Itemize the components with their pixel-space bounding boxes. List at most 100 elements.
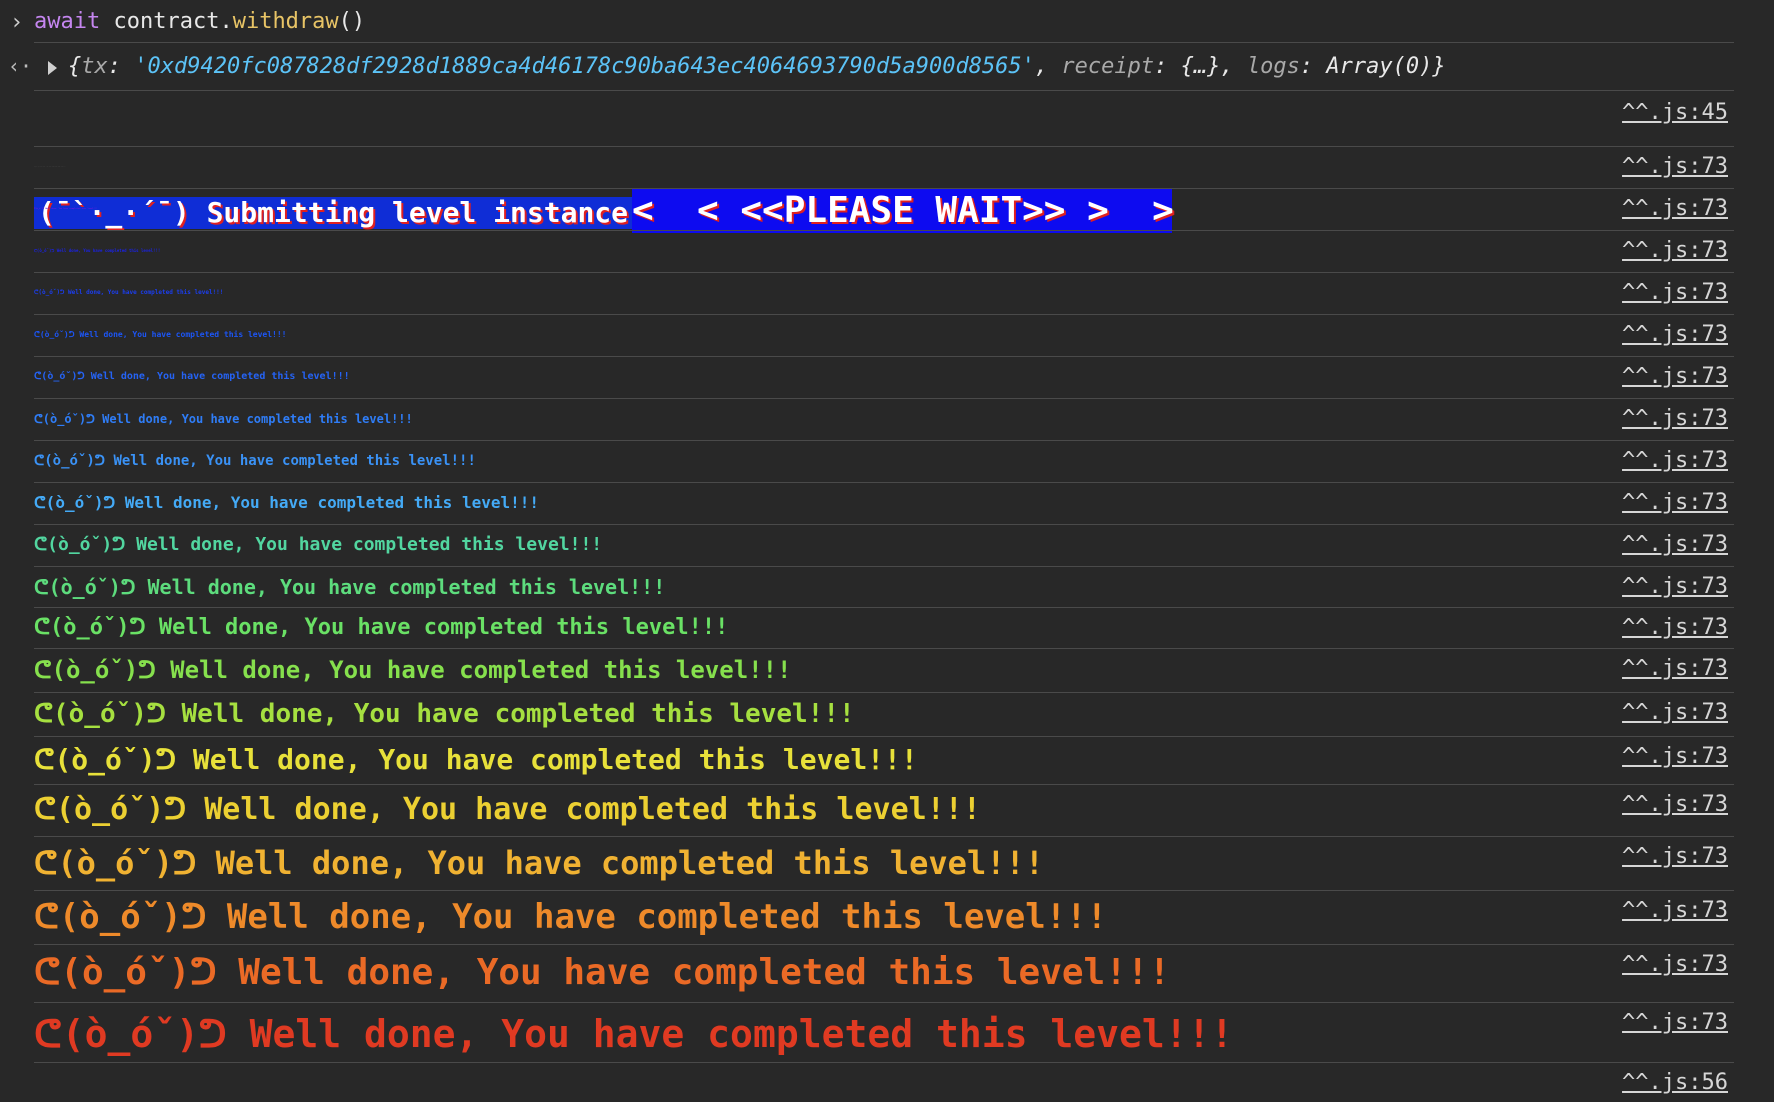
source-link[interactable]: ^^.js:73 bbox=[1622, 532, 1728, 557]
log-row: ᕦ(ò_óˇ)ᕤ Well done, You have completed t… bbox=[0, 648, 1774, 692]
divider bbox=[34, 1002, 1734, 1003]
brace-open: { bbox=[68, 54, 82, 79]
source-link[interactable]: ^^.js:56 bbox=[1622, 1070, 1728, 1095]
level-complete-message: ᕦ(ò_óˇ)ᕤ Well done, You have completed t… bbox=[34, 575, 666, 599]
source-link[interactable]: ^^.js:73 bbox=[1622, 615, 1728, 640]
log-row: ᕦ(ò_óˇ)ᕤ Well done, You have completed t… bbox=[0, 607, 1774, 648]
source-link[interactable]: ^^.js:73 bbox=[1622, 574, 1728, 599]
divider bbox=[34, 524, 1734, 525]
logs-value[interactable]: Array(0) bbox=[1326, 54, 1432, 79]
log-row: ᕦ(ò_óˇ)ᕤ Well done, You have completed t… bbox=[0, 188, 1774, 230]
log-row: ᕦ(ò_óˇ)ᕤ Well done, You have completed t… bbox=[0, 566, 1774, 607]
divider bbox=[34, 648, 1734, 649]
divider bbox=[34, 784, 1734, 785]
log-row-submit: (¯`·_·´¯) Submitting level instance... <… bbox=[0, 90, 1774, 233]
source-link[interactable]: ^^.js:73 bbox=[1622, 490, 1728, 515]
log-row: ᕦ(ò_óˇ)ᕤ Well done, You have completed t… bbox=[0, 272, 1774, 314]
divider bbox=[34, 736, 1734, 737]
console-panel: › await contract.withdraw() ‹· {tx: '0xd… bbox=[0, 0, 1774, 1102]
divider bbox=[34, 356, 1734, 357]
console-input-row[interactable]: › await contract.withdraw() bbox=[0, 0, 1774, 42]
level-complete-message: ᕦ(ò_óˇ)ᕤ Well done, You have completed t… bbox=[34, 743, 918, 776]
log-row: ᕦ(ò_óˇ)ᕤ Well done, You have completed t… bbox=[0, 944, 1774, 1002]
command-parens: () bbox=[338, 9, 366, 34]
divider bbox=[34, 398, 1734, 399]
brace-close: } bbox=[1432, 54, 1446, 79]
command-method: withdraw bbox=[232, 9, 339, 34]
logs-key: logs bbox=[1246, 54, 1300, 79]
source-link[interactable]: ^^.js:73 bbox=[1622, 844, 1728, 869]
level-complete-message: ᕦ(ò_óˇ)ᕤ Well done, You have completed t… bbox=[34, 208, 98, 210]
source-link[interactable]: ^^.js:73 bbox=[1622, 154, 1728, 179]
source-link[interactable]: ^^.js:73 bbox=[1622, 898, 1728, 923]
level-complete-message: ᕦ(ò_óˇ)ᕤ Well done, You have completed t… bbox=[34, 167, 66, 168]
source-link[interactable]: ^^.js:73 bbox=[1622, 744, 1728, 769]
tx-key: tx bbox=[81, 54, 108, 79]
divider bbox=[34, 314, 1734, 315]
source-link[interactable]: ^^.js:73 bbox=[1622, 322, 1728, 347]
level-complete-message: ᕦ(ò_óˇ)ᕤ Well done, You have completed t… bbox=[34, 330, 287, 339]
source-link[interactable]: ^^.js:73 bbox=[1622, 448, 1728, 473]
receipt-value[interactable]: {…} bbox=[1181, 54, 1221, 79]
log-row: ᕦ(ò_óˇ)ᕤ Well done, You have completed t… bbox=[0, 146, 1774, 188]
source-link[interactable]: ^^.js:73 bbox=[1622, 792, 1728, 817]
source-link[interactable]: ^^.js:73 bbox=[1622, 656, 1728, 681]
level-complete-message: ᕦ(ò_óˇ)ᕤ Well done, You have completed t… bbox=[34, 699, 855, 729]
log-row: ᕦ(ò_óˇ)ᕤ Well done, You have completed t… bbox=[0, 440, 1774, 482]
source-link[interactable]: ^^.js:73 bbox=[1622, 700, 1728, 725]
divider bbox=[34, 440, 1734, 441]
level-complete-message: ᕦ(ò_óˇ)ᕤ Well done, You have completed t… bbox=[34, 844, 1044, 882]
level-complete-message: ᕦ(ò_óˇ)ᕤ Well done, You have completed t… bbox=[34, 615, 729, 640]
log-row: ᕦ(ò_óˇ)ᕤ Well done, You have completed t… bbox=[0, 230, 1774, 272]
divider bbox=[34, 188, 1734, 189]
log-row: ᕦ(ò_óˇ)ᕤ Well done, You have completed t… bbox=[0, 356, 1774, 398]
level-complete-message: ᕦ(ò_óˇ)ᕤ Well done, You have completed t… bbox=[34, 289, 224, 296]
divider bbox=[34, 482, 1734, 483]
source-link[interactable]: ^^.js:45 bbox=[1622, 100, 1728, 125]
level-complete-message: ᕦ(ò_óˇ)ᕤ Well done, You have completed t… bbox=[34, 656, 792, 684]
level-complete-message: ᕦ(ò_óˇ)ᕤ Well done, You have completed t… bbox=[34, 534, 603, 555]
log-row: ᕦ(ò_óˇ)ᕤ Well done, You have completed t… bbox=[0, 784, 1774, 836]
log-row: ᕦ(ò_óˇ)ᕤ Well done, You have completed t… bbox=[0, 482, 1774, 524]
log-row: ᕦ(ò_óˇ)ᕤ Well done, You have completed t… bbox=[0, 1002, 1774, 1066]
divider bbox=[34, 230, 1734, 231]
divider bbox=[34, 836, 1734, 837]
log-row: ᕦ(ò_óˇ)ᕤ Well done, You have completed t… bbox=[0, 836, 1774, 890]
log-row: ᕦ(ò_óˇ)ᕤ Well done, You have completed t… bbox=[0, 314, 1774, 356]
source-link[interactable]: ^^.js:73 bbox=[1622, 238, 1728, 263]
log-row: ᕦ(ò_óˇ)ᕤ Well done, You have completed t… bbox=[0, 524, 1774, 566]
source-link[interactable]: ^^.js:73 bbox=[1622, 406, 1728, 431]
divider bbox=[34, 692, 1734, 693]
source-link[interactable]: ^^.js:73 bbox=[1622, 952, 1728, 977]
result-object[interactable]: {tx: '0xd9420fc087828df2928d1889ca4d4617… bbox=[68, 54, 1446, 79]
console-result-row: ‹· {tx: '0xd9420fc087828df2928d1889ca4d4… bbox=[0, 44, 1774, 90]
divider bbox=[34, 566, 1734, 567]
divider bbox=[34, 607, 1734, 608]
expand-triangle-icon[interactable] bbox=[48, 61, 57, 75]
level-complete-message: ᕦ(ò_óˇ)ᕤ Well done, You have completed t… bbox=[34, 1012, 1234, 1056]
source-link[interactable]: ^^.js:73 bbox=[1622, 1010, 1728, 1035]
divider bbox=[34, 1062, 1734, 1063]
level-complete-message: ᕦ(ò_óˇ)ᕤ Well done, You have completed t… bbox=[34, 493, 539, 512]
source-link[interactable]: ^^.js:73 bbox=[1622, 364, 1728, 389]
divider bbox=[34, 272, 1734, 273]
log-row: ᕦ(ò_óˇ)ᕤ Well done, You have completed t… bbox=[0, 890, 1774, 944]
level-complete-message: ᕦ(ò_óˇ)ᕤ Well done, You have completed t… bbox=[34, 412, 413, 426]
divider bbox=[34, 944, 1734, 945]
log-row: ᕦ(ò_óˇ)ᕤ Well done, You have completed t… bbox=[0, 692, 1774, 736]
source-link[interactable]: ^^.js:73 bbox=[1622, 280, 1728, 305]
command-text[interactable]: await contract.withdraw() bbox=[34, 9, 365, 34]
log-row-final: ^^.js:56 bbox=[0, 1066, 1774, 1102]
tx-value: '0xd9420fc087828df2928d1889ca4d46178c90b… bbox=[134, 54, 1035, 79]
return-arrow-icon: ‹· bbox=[8, 54, 33, 78]
receipt-key: receipt bbox=[1061, 54, 1155, 79]
source-link[interactable]: ^^.js:73 bbox=[1622, 196, 1728, 221]
divider bbox=[34, 890, 1734, 891]
log-row: ᕦ(ò_óˇ)ᕤ Well done, You have completed t… bbox=[0, 398, 1774, 440]
level-complete-message: ᕦ(ò_óˇ)ᕤ Well done, You have completed t… bbox=[34, 371, 350, 382]
level-complete-message: ᕦ(ò_óˇ)ᕤ Well done, You have completed t… bbox=[34, 248, 161, 253]
level-complete-message: ᕦ(ò_óˇ)ᕤ Well done, You have completed t… bbox=[34, 952, 1171, 993]
divider bbox=[34, 42, 1734, 43]
log-row: ᕦ(ò_óˇ)ᕤ Well done, You have completed t… bbox=[0, 736, 1774, 784]
level-complete-message: ᕦ(ò_óˇ)ᕤ Well done, You have completed t… bbox=[34, 897, 1108, 937]
